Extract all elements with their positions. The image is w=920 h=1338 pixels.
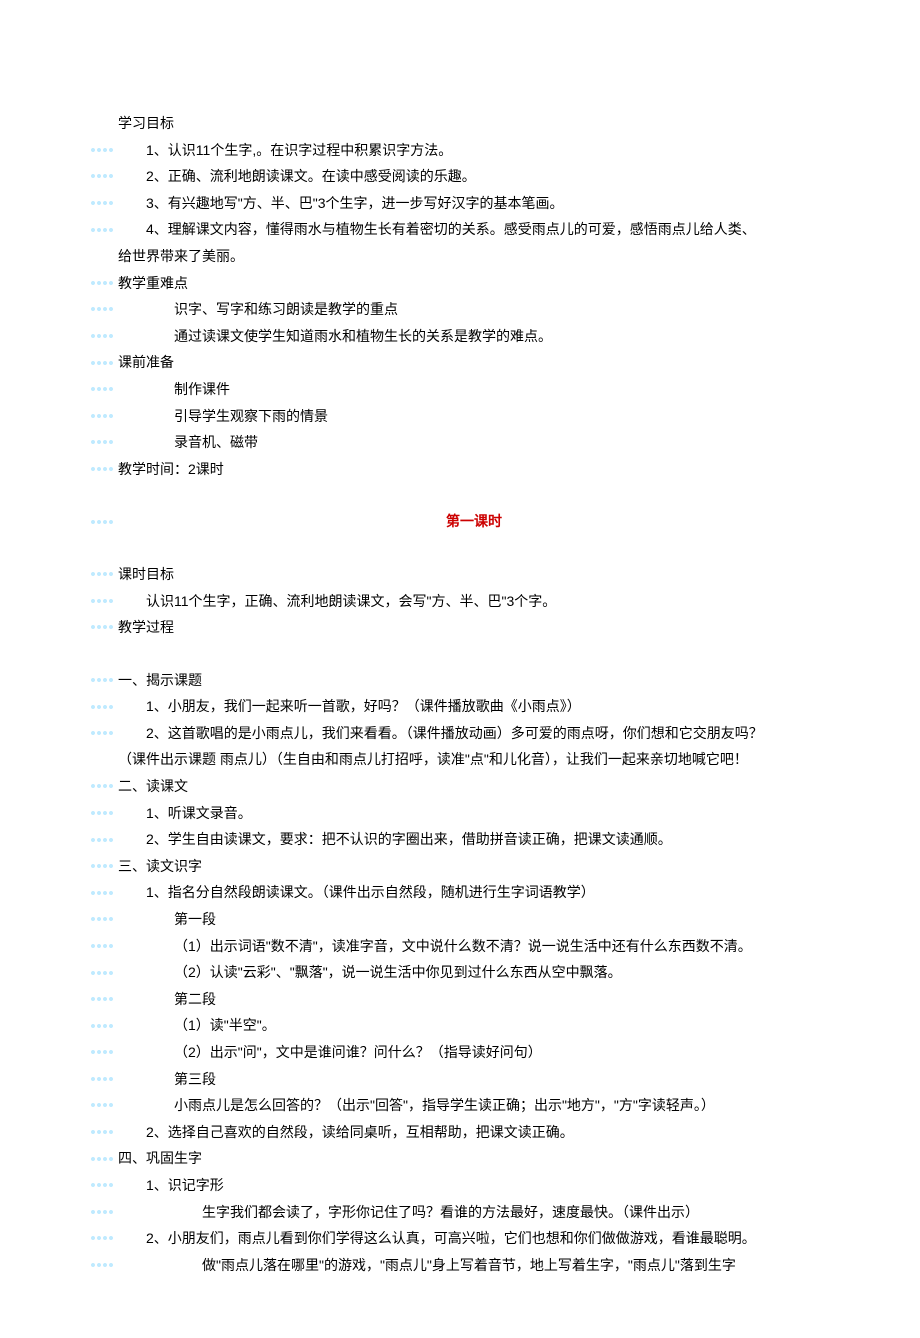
- s3-p2: 2、选择自己喜欢的自然段，读给同桌听，互相帮助，把课文读正确。: [90, 1119, 830, 1146]
- s3-d1-label: 第一段: [90, 906, 830, 933]
- s3-d1b: （2）认读"云彩"、"飘落"，说一说生活中你见到过什么东西从空中飘落。: [90, 959, 830, 986]
- keqian-item-1: 制作课件: [90, 376, 830, 403]
- s1-p2: 2、这首歌唱的是小雨点儿，我们来看看。（课件播放动画）多可爱的雨点呀，你们想和它…: [90, 720, 830, 747]
- goal-item-3: 3、有兴趣地写"方、半、巴"3个生字，进一步写好汉字的基本笔画。: [90, 190, 830, 217]
- goal-item-2: 2、正确、流利地朗读课文。在读中感受阅读的乐趣。: [90, 163, 830, 190]
- s1-p2b: （课件出示课题 雨点儿）（生自由和雨点儿打招呼，读准"点"和儿化音），让我们一起…: [90, 746, 830, 773]
- s2-p1: 1、听课文录音。: [90, 800, 830, 827]
- s4-p1: 1、识记字形: [90, 1172, 830, 1199]
- period-1-title: 第一课时: [90, 508, 830, 535]
- period-1-title-text: 第一课时: [446, 513, 502, 529]
- s4-p2a: 做"雨点儿落在哪里"的游戏，"雨点儿"身上写着音节，地上写着生字，"雨点儿"落到…: [90, 1252, 830, 1279]
- s1-p1: 1、小朋友，我们一起来听一首歌，好吗？（课件播放歌曲《小雨点》）: [90, 693, 830, 720]
- s4-p2: 2、小朋友们，雨点儿看到你们学得这么认真，可高兴啦，它们也想和你们做做游戏，看谁…: [90, 1225, 830, 1252]
- heading-learning-goals: 学习目标: [90, 110, 830, 137]
- goal-item-1: 1、认识11个生字,。在识字过程中积累识字方法。: [90, 137, 830, 164]
- teaching-time: 教学时间：2课时: [90, 456, 830, 483]
- keqian-item-2: 引导学生观察下雨的情景: [90, 403, 830, 430]
- zhongdian-item-1: 识字、写字和练习朗读是教学的重点: [90, 296, 830, 323]
- section-2-title: 二、读课文: [90, 773, 830, 800]
- goal-item-4: 4、理解课文内容，懂得雨水与植物生长有着密切的关系。感受雨点儿的可爱，感悟雨点儿…: [90, 216, 830, 243]
- heading-guocheng: 教学过程: [90, 614, 830, 641]
- s3-d3-label: 第三段: [90, 1066, 830, 1093]
- s4-p1a: 生字我们都会读了，字形你记住了吗？看谁的方法最好，速度最快。（课件出示）: [90, 1199, 830, 1226]
- heading-keshi-mubiao: 课时目标: [90, 561, 830, 588]
- s3-d2a: （1）读"半空"。: [90, 1012, 830, 1039]
- s3-d2b: （2）出示"问"，文中是谁问谁？问什么？（指导读好问句）: [90, 1039, 830, 1066]
- section-1-title: 一、揭示课题: [90, 667, 830, 694]
- s2-p2: 2、学生自由读课文，要求：把不认识的字圈出来，借助拼音读正确，把课文读通顺。: [90, 826, 830, 853]
- s3-d1a: （1）出示词语"数不清"，读准字音，文中说什么数不清？说一说生活中还有什么东西数…: [90, 933, 830, 960]
- s3-p1: 1、指名分自然段朗读课文。（课件出示自然段，随机进行生字词语教学）: [90, 879, 830, 906]
- section-4-title: 四、巩固生字: [90, 1145, 830, 1172]
- keqian-item-3: 录音机、磁带: [90, 429, 830, 456]
- s3-d3a: 小雨点儿是怎么回答的？（出示"回答"，指导学生读正确；出示"地方"，"方"字读轻…: [90, 1092, 830, 1119]
- s3-d2-label: 第二段: [90, 986, 830, 1013]
- heading-zhongdian: 教学重难点: [90, 270, 830, 297]
- zhongdian-item-2: 通过读课文使学生知道雨水和植物生长的关系是教学的难点。: [90, 323, 830, 350]
- section-3-title: 三、读文识字: [90, 853, 830, 880]
- keshi-mubiao-text: 认识11个生字，正确、流利地朗读课文，会写"方、半、巴"3个字。: [90, 588, 830, 615]
- heading-keqian: 课前准备: [90, 349, 830, 376]
- goal-item-4-cont: 给世界带来了美丽。: [90, 243, 830, 270]
